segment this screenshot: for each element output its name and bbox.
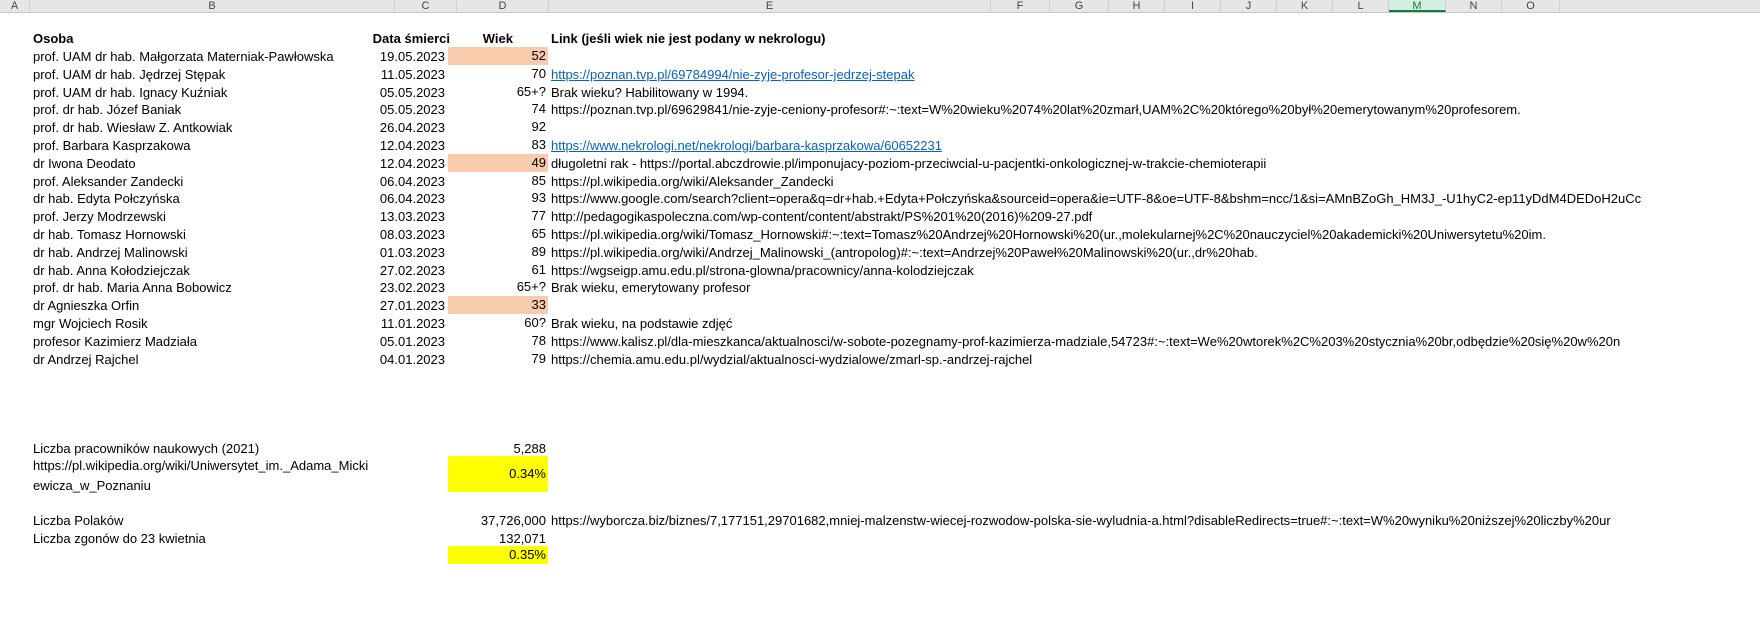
column-header-o[interactable]: O xyxy=(1502,0,1560,12)
column-header-l[interactable]: L xyxy=(1333,0,1389,12)
row-name[interactable]: prof. Barbara Kasprzakowa xyxy=(33,136,353,156)
row-date[interactable]: 13.03.2023 xyxy=(357,207,445,227)
deaths-percent[interactable]: 0.35% xyxy=(448,546,548,564)
column-header-g[interactable]: G xyxy=(1050,0,1109,12)
column-header-h[interactable]: H xyxy=(1109,0,1165,12)
deaths-label[interactable]: Liczba zgonów do 23 kwietnia xyxy=(33,529,206,549)
row-age[interactable]: 89 xyxy=(448,243,548,261)
column-header-j[interactable]: J xyxy=(1221,0,1277,12)
row-name[interactable]: dr Agnieszka Orfin xyxy=(33,296,353,316)
poles-label[interactable]: Liczba Polaków xyxy=(33,511,123,531)
row-date[interactable]: 23.02.2023 xyxy=(357,278,445,298)
row-date[interactable]: 12.04.2023 xyxy=(357,136,445,156)
column-header-a[interactable]: A xyxy=(0,0,30,12)
row-age[interactable]: 49 xyxy=(448,154,548,172)
row-age[interactable]: 78 xyxy=(448,332,548,350)
row-note[interactable]: https://www.google.com/search?client=ope… xyxy=(551,189,1760,209)
row-note[interactable]: https://pl.wikipedia.org/wiki/Tomasz_Hor… xyxy=(551,225,1760,245)
row-date[interactable]: 11.01.2023 xyxy=(357,314,445,334)
row-name[interactable]: mgr Wojciech Rosik xyxy=(33,314,353,334)
row-name[interactable]: profesor Kazimierz Madziała xyxy=(33,332,353,352)
row-age[interactable]: 70 xyxy=(448,65,548,83)
row-age[interactable]: 33 xyxy=(448,296,548,314)
row-age[interactable]: 83 xyxy=(448,136,548,154)
row-age[interactable]: 60? xyxy=(448,314,548,332)
column-header-i[interactable]: I xyxy=(1165,0,1221,12)
row-link[interactable]: https://www.nekrologi.net/nekrologi/barb… xyxy=(551,136,1760,156)
row-name[interactable]: dr Iwona Deodato xyxy=(33,154,353,174)
row-age[interactable]: 85 xyxy=(448,172,548,190)
poles-source-link[interactable]: https://wyborcza.biz/biznes/7,177151,297… xyxy=(551,511,1760,531)
row-date[interactable]: 27.01.2023 xyxy=(357,296,445,316)
column-header-e[interactable]: E xyxy=(549,0,991,12)
row-name[interactable]: dr hab. Edyta Połczyńska xyxy=(33,189,353,209)
row-age[interactable]: 77 xyxy=(448,207,548,225)
row-note[interactable]: https://chemia.amu.edu.pl/wydzial/aktual… xyxy=(551,350,1760,370)
row-note[interactable]: długoletni rak - https://portal.abczdrow… xyxy=(551,154,1760,174)
row-date[interactable]: 04.01.2023 xyxy=(357,350,445,370)
column-header-c[interactable]: C xyxy=(395,0,457,12)
row-date[interactable]: 12.04.2023 xyxy=(357,154,445,174)
column-header-f[interactable]: F xyxy=(991,0,1050,12)
row-date[interactable]: 05.05.2023 xyxy=(357,100,445,120)
row-age[interactable]: 79 xyxy=(448,350,548,368)
row-date[interactable]: 08.03.2023 xyxy=(357,225,445,245)
header-osoba[interactable]: Osoba xyxy=(33,29,73,49)
row-date[interactable]: 01.03.2023 xyxy=(357,243,445,263)
row-note[interactable]: https://poznan.tvp.pl/69629841/nie-zyje-… xyxy=(551,100,1760,120)
row-name[interactable]: prof. UAM dr hab. Jędrzej Stępak xyxy=(33,65,353,85)
row-age[interactable]: 93 xyxy=(448,189,548,207)
header-data-smierci[interactable]: Data śmierci xyxy=(357,29,450,49)
header-wiek[interactable]: Wiek xyxy=(457,29,513,49)
column-header-m[interactable]: M xyxy=(1389,0,1446,12)
staff-percent[interactable]: 0.34% xyxy=(448,456,548,492)
row-age[interactable]: 65 xyxy=(448,225,548,243)
row-age[interactable]: 74 xyxy=(448,100,548,118)
column-header-bar: A B C D E F G H I J K L M N O xyxy=(0,0,1760,13)
row-date[interactable]: 26.04.2023 xyxy=(357,118,445,138)
row-age[interactable]: 92 xyxy=(448,118,548,136)
row-link[interactable]: https://poznan.tvp.pl/69784994/nie-zyje-… xyxy=(551,65,1760,85)
column-header-k[interactable]: K xyxy=(1277,0,1333,12)
row-note[interactable]: https://www.kalisz.pl/dla-mieszkanca/akt… xyxy=(551,332,1760,352)
row-age[interactable]: 52 xyxy=(448,47,548,65)
row-date[interactable]: 06.04.2023 xyxy=(357,189,445,209)
row-name[interactable]: dr hab. Andrzej Malinowski xyxy=(33,243,353,263)
row-age[interactable]: 61 xyxy=(448,261,548,279)
row-name[interactable]: prof. dr hab. Wiesław Z. Antkowiak xyxy=(33,118,353,138)
header-link[interactable]: Link (jeśli wiek nie jest podany w nekro… xyxy=(551,29,826,49)
row-age[interactable]: 65+? xyxy=(448,83,548,101)
row-name[interactable]: dr Andrzej Rajchel xyxy=(33,350,353,370)
row-note[interactable]: https://pl.wikipedia.org/wiki/Andrzej_Ma… xyxy=(551,243,1760,263)
wiki-link-cell[interactable]: https://pl.wikipedia.org/wiki/Uniwersyte… xyxy=(33,456,373,496)
row-name[interactable]: prof. dr hab. Józef Baniak xyxy=(33,100,353,120)
row-note[interactable]: Brak wieku, emerytowany profesor xyxy=(551,278,1760,298)
row-note[interactable]: http://pedagogikaspoleczna.com/wp-conten… xyxy=(551,207,1760,227)
row-date[interactable]: 19.05.2023 xyxy=(357,47,445,67)
column-header-b[interactable]: B xyxy=(30,0,395,12)
column-header-n[interactable]: N xyxy=(1446,0,1502,12)
row-age[interactable]: 65+? xyxy=(448,278,548,296)
column-header-d[interactable]: D xyxy=(457,0,549,12)
row-name[interactable]: prof. dr hab. Maria Anna Bobowicz xyxy=(33,278,353,298)
row-name[interactable]: prof. UAM dr hab. Małgorzata Materniak-P… xyxy=(33,47,353,67)
row-name[interactable]: dr hab. Tomasz Hornowski xyxy=(33,225,353,245)
row-note[interactable]: Brak wieku, na podstawie zdjęć xyxy=(551,314,1760,334)
row-date[interactable]: 11.05.2023 xyxy=(357,65,445,85)
row-date[interactable]: 05.01.2023 xyxy=(357,332,445,352)
row-name[interactable]: prof. Jerzy Modrzewski xyxy=(33,207,353,227)
poles-value[interactable]: 37,726,000 xyxy=(457,511,546,531)
